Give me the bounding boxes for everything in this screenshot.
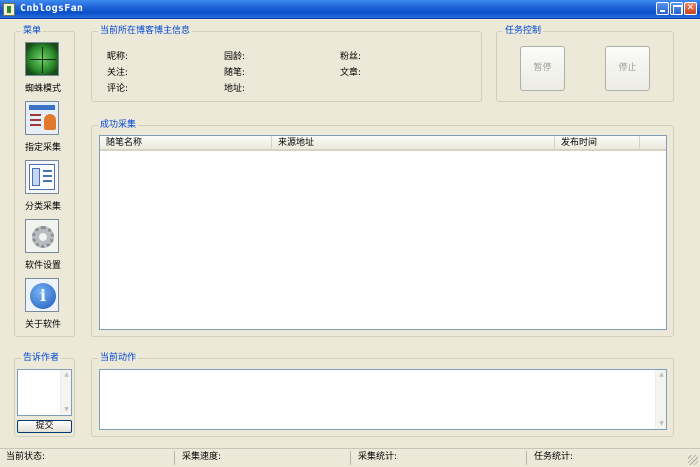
essays-label: 随笔: [224, 68, 246, 78]
articles-label: 文章: [340, 68, 362, 78]
comments-label: 评论: [107, 84, 129, 94]
spider-radar-icon[interactable] [25, 42, 59, 76]
task-control-title: 任务控制 [503, 25, 544, 37]
maximize-button[interactable] [670, 2, 683, 15]
menu-item-about[interactable]: i 关于软件 [15, 278, 75, 333]
column-header-title[interactable]: 随笔名称 [100, 136, 272, 151]
menu-label-category-collect: 分类采集 [24, 202, 61, 212]
category-list-icon[interactable] [25, 160, 59, 194]
status-current-state: 当前状态: [2, 451, 175, 465]
menu-label-settings: 软件设置 [24, 261, 61, 271]
collected-list[interactable]: 随笔名称 来源地址 发布时间 [99, 135, 667, 330]
current-action-textarea[interactable]: ▲ ▼ [99, 369, 667, 430]
status-collect-speed: 采集速度: [178, 451, 351, 465]
minimize-button[interactable] [656, 2, 669, 15]
status-task-stats: 任务统计: [534, 452, 574, 462]
task-control-group: 任务控制 暂停 停止 [496, 25, 674, 102]
current-action-group: 当前动作 ▲ ▼ [91, 352, 674, 437]
menu-item-spider-mode[interactable]: 蜘蛛模式 [15, 42, 75, 97]
blogger-info-title: 当前所在博客博主信息 [98, 25, 193, 37]
age-label: 园龄: [224, 52, 246, 62]
title-bar[interactable]: CnblogsFan ✕ [0, 0, 700, 19]
collected-group: 成功采集 随笔名称 来源地址 发布时间 [91, 119, 674, 337]
menu-label-specified-collect: 指定采集 [24, 143, 61, 153]
menu-group-title: 菜单 [21, 25, 44, 37]
menu-label-spider-mode: 蜘蛛模式 [24, 84, 61, 94]
window-title: CnblogsFan [20, 3, 84, 14]
collected-title: 成功采集 [98, 119, 139, 131]
user-card-icon[interactable] [25, 101, 59, 135]
resize-grip-icon[interactable] [688, 455, 698, 465]
status-bar: 当前状态: 采集速度: 采集统计: 任务统计: [0, 448, 700, 467]
menu-item-category-collect[interactable]: 分类采集 [15, 160, 75, 215]
menu-group: 菜单 蜘蛛模式 指定采集 分类采集 软件设置 i 关于软件 [14, 25, 75, 337]
menu-item-specified-collect[interactable]: 指定采集 [15, 101, 75, 156]
address-label: 地址: [224, 84, 246, 94]
column-header-published[interactable]: 发布时间 [555, 136, 640, 151]
scroll-down-icon[interactable]: ▼ [62, 405, 71, 415]
info-icon[interactable]: i [25, 278, 59, 312]
nickname-label: 昵称: [107, 52, 129, 62]
app-icon [3, 3, 15, 16]
column-header-source[interactable]: 来源地址 [272, 136, 555, 151]
blogger-info-group: 当前所在博客博主信息 昵称: 园龄: 粉丝: 关注: 随笔: 文章: 评论: 地… [91, 25, 482, 102]
follow-label: 关注: [107, 68, 129, 78]
feedback-title: 告诉作者 [21, 352, 62, 364]
current-action-scrollbar[interactable]: ▲ ▼ [655, 370, 666, 429]
scroll-up-icon[interactable]: ▲ [657, 370, 666, 380]
scroll-down-icon[interactable]: ▼ [657, 419, 666, 429]
menu-label-about: 关于软件 [24, 320, 61, 330]
pause-button[interactable]: 暂停 [520, 46, 565, 91]
fans-label: 粉丝: [340, 52, 362, 62]
status-collect-stats: 采集统计: [354, 451, 527, 465]
menu-item-settings[interactable]: 软件设置 [15, 219, 75, 274]
collected-list-header: 随笔名称 来源地址 发布时间 [100, 136, 666, 151]
close-button[interactable]: ✕ [684, 2, 697, 15]
feedback-scrollbar[interactable]: ▲ ▼ [60, 370, 71, 415]
gear-icon[interactable] [25, 219, 59, 253]
submit-button[interactable]: 提交 [17, 420, 72, 433]
feedback-group: 告诉作者 ▲ ▼ 提交 [14, 352, 75, 437]
scroll-up-icon[interactable]: ▲ [62, 370, 71, 380]
stop-button[interactable]: 停止 [605, 46, 650, 91]
current-action-title: 当前动作 [98, 352, 139, 364]
feedback-textarea[interactable]: ▲ ▼ [17, 369, 72, 416]
